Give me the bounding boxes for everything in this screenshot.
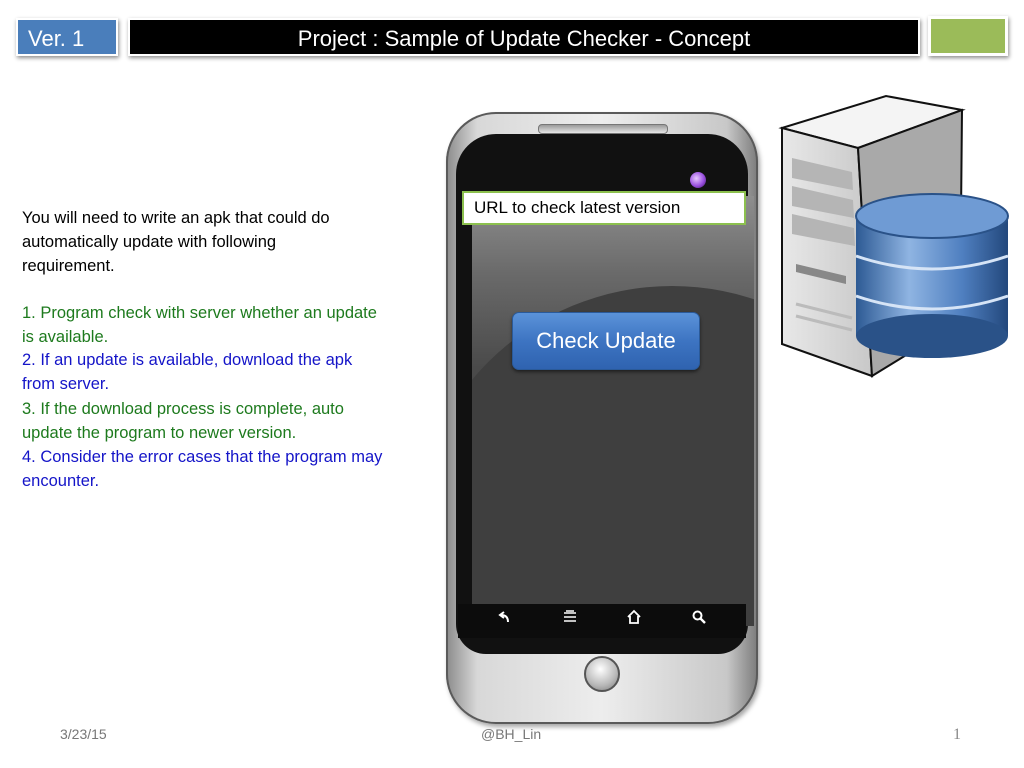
requirement-line: encounter.	[22, 472, 100, 490]
requirement-line: from server.	[22, 375, 110, 393]
search-icon[interactable]	[687, 608, 711, 632]
server-database-icon	[776, 92, 1016, 382]
phone-screen	[472, 196, 754, 626]
accent-box	[928, 16, 1008, 56]
back-icon[interactable]	[493, 608, 517, 632]
phone-nav-bar	[458, 604, 746, 638]
footer-date: 3/23/15	[60, 726, 107, 742]
phone-home-button[interactable]	[584, 656, 620, 692]
version-label: Ver. 1	[16, 18, 118, 56]
url-input[interactable]: URL to check latest version	[462, 191, 746, 225]
requirement-line: update the program to newer version.	[22, 424, 297, 442]
description: You will need to write an apk that could…	[22, 206, 432, 278]
slide-title: Project : Sample of Update Checker - Con…	[128, 18, 920, 56]
menu-icon[interactable]	[558, 608, 582, 632]
requirement-line: is available.	[22, 328, 109, 346]
requirement-3: 3. If the download process is complete, …	[22, 397, 432, 445]
check-update-button[interactable]: Check Update	[512, 312, 700, 370]
description-line: automatically update with following	[22, 233, 277, 251]
requirement-2: 2. If an update is available, download t…	[22, 348, 432, 396]
footer-author: @BH_Lin	[481, 726, 542, 742]
home-icon[interactable]	[622, 608, 646, 632]
requirement-line: 2. If an update is available, download t…	[22, 351, 353, 369]
requirement-line: 3. If the download process is complete, …	[22, 400, 344, 418]
phone-speaker	[538, 124, 668, 134]
page-number: 1	[953, 726, 961, 743]
requirement-line: 4. Consider the error cases that the pro…	[22, 448, 383, 466]
description-line: You will need to write an apk that could…	[22, 209, 330, 227]
requirement-1: 1. Program check with server whether an …	[22, 301, 432, 349]
description-line: requirement.	[22, 257, 115, 275]
requirement-line: 1. Program check with server whether an …	[22, 304, 377, 322]
requirement-4: 4. Consider the error cases that the pro…	[22, 445, 432, 493]
camera-icon	[690, 172, 706, 188]
